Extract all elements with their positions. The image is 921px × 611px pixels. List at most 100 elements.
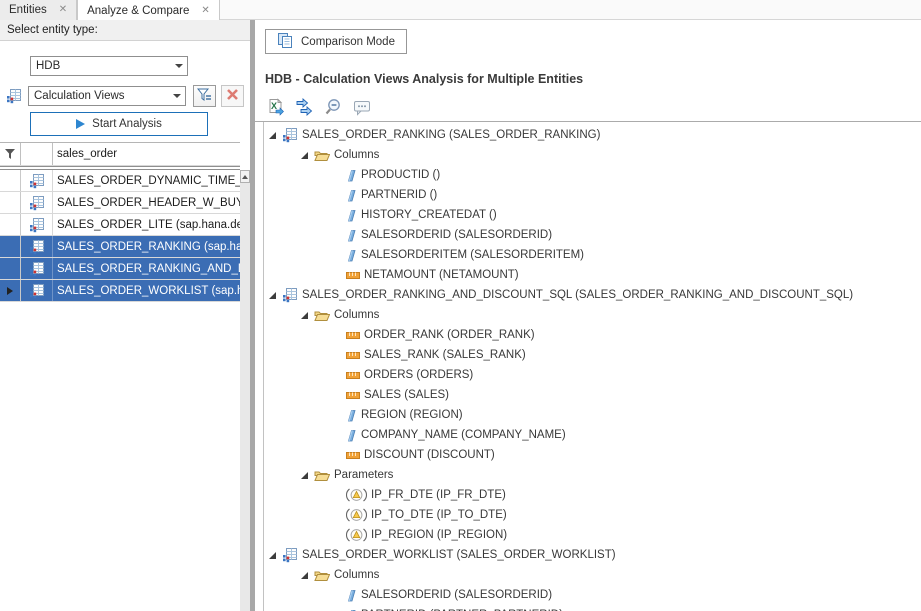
close-icon[interactable]: ✕ — [201, 6, 209, 16]
tree-row[interactable]: PARTNERID () — [264, 185, 921, 205]
expand-collapse-icon[interactable] — [268, 291, 282, 300]
tree-row[interactable]: SALES_ORDER_RANKING (SALES_ORDER_RANKING… — [264, 125, 921, 145]
tree-row[interactable]: Columns — [264, 305, 921, 325]
expand-all-icon[interactable] — [294, 97, 314, 117]
tree-item-label: SALES_ORDER_WORKLIST (SALES_ORDER_WORKLI… — [302, 549, 616, 561]
start-analysis-button[interactable]: Start Analysis — [30, 112, 208, 136]
tree-row[interactable]: PRODUCTID () — [264, 165, 921, 185]
tab-entities[interactable]: Entities ✕ — [0, 0, 77, 20]
filter-button[interactable] — [193, 85, 216, 107]
tree-row[interactable]: HISTORY_CREATEDAT () — [264, 205, 921, 225]
tree-item-label: ORDERS (ORDERS) — [364, 369, 473, 381]
tree-item-label: Columns — [334, 309, 379, 321]
zoom-out-icon[interactable] — [323, 97, 343, 117]
entity-list-item[interactable]: SALES_ORDER_HEADER_W_BUYER ( — [0, 192, 240, 214]
tree-row[interactable]: PARTNERID (PARTNER_PARTNERID) — [264, 605, 921, 611]
tree-row[interactable]: SALES_ORDER_RANKING_AND_DISCOUNT_SQL (SA… — [264, 285, 921, 305]
scroll-up-icon[interactable] — [240, 170, 250, 183]
expand-collapse-icon[interactable] — [300, 151, 314, 160]
entity-label: SALES_ORDER_HEADER_W_BUYER ( — [53, 197, 240, 209]
tree-row[interactable]: IP_FR_DTE (IP_FR_DTE) — [264, 485, 921, 505]
entity-type-dropdown[interactable]: HDB — [30, 56, 188, 76]
chevron-down-icon — [171, 64, 187, 68]
expand-collapse-icon[interactable] — [300, 311, 314, 320]
attribute-column-icon — [346, 169, 357, 182]
funnel-icon — [4, 148, 16, 160]
tree-row[interactable]: Columns — [264, 145, 921, 165]
clear-filter-button[interactable] — [221, 85, 244, 107]
entity-label: SALES_ORDER_LITE (sap.hana.demo — [53, 219, 240, 231]
tree-row[interactable]: SALESORDERID (SALESORDERID) — [264, 585, 921, 605]
tree-row[interactable]: REGION (REGION) — [264, 405, 921, 425]
entity-label: SALES_ORDER_WORKLIST (sap.hana — [53, 285, 240, 297]
folder-open-icon — [314, 569, 330, 582]
attribute-column-icon — [346, 589, 357, 602]
attribute-column-icon — [346, 209, 357, 222]
panel-title: Select entity type: — [0, 20, 250, 41]
copy-documents-icon — [277, 32, 294, 51]
tab-entities-label: Entities — [9, 4, 47, 16]
entity-list-item[interactable]: SALES_ORDER_RANKING (sap.hana. — [0, 236, 240, 258]
tree-row[interactable]: SALESORDERID (SALESORDERID) — [264, 225, 921, 245]
comments-icon[interactable] — [352, 97, 372, 117]
tree-item-label: COMPANY_NAME (COMPANY_NAME) — [361, 429, 566, 441]
tree-row[interactable]: Columns — [264, 565, 921, 585]
expand-collapse-icon[interactable] — [268, 551, 282, 560]
folder-open-icon — [314, 469, 330, 482]
tree-row[interactable]: SALES_ORDER_WORKLIST (SALES_ORDER_WORKLI… — [264, 545, 921, 565]
filter-gutter-cell[interactable] — [0, 143, 21, 165]
tree-item-label: IP_FR_DTE (IP_FR_DTE) — [371, 489, 506, 501]
entity-type-value: HDB — [31, 60, 171, 72]
input-parameter-icon — [346, 528, 367, 542]
tab-analyze-compare-label: Analyze & Compare — [87, 5, 189, 17]
tree-item-label: SALES_RANK (SALES_RANK) — [364, 349, 526, 361]
measure-column-icon — [346, 451, 360, 460]
calculation-view-icon — [282, 127, 298, 143]
tree-item-label: SALES (SALES) — [364, 389, 449, 401]
calculation-view-icon — [21, 170, 53, 191]
tree-row[interactable]: SALESORDERITEM (SALESORDERITEM) — [264, 245, 921, 265]
tree-item-label: NETAMOUNT (NETAMOUNT) — [364, 269, 519, 281]
input-parameter-icon — [346, 488, 367, 502]
attribute-column-icon — [346, 189, 357, 202]
filter-icon-cell[interactable] — [21, 143, 53, 165]
tree-row[interactable]: NETAMOUNT (NETAMOUNT) — [264, 265, 921, 285]
view-type-dropdown[interactable]: Calculation Views — [28, 86, 186, 106]
analysis-title: HDB - Calculation Views Analysis for Mul… — [265, 72, 583, 86]
tree-row[interactable]: IP_REGION (IP_REGION) — [264, 525, 921, 545]
tree-item-label: REGION (REGION) — [361, 409, 463, 421]
row-gutter-cell — [0, 192, 21, 213]
calculation-view-icon — [21, 192, 53, 213]
attribute-column-icon — [346, 229, 357, 242]
expand-collapse-icon[interactable] — [300, 471, 314, 480]
entity-label: SALES_ORDER_DYNAMIC_TIME_PER — [53, 175, 240, 187]
tree-row[interactable]: COMPANY_NAME (COMPANY_NAME) — [264, 425, 921, 445]
entity-list-scrollbar[interactable] — [240, 170, 250, 611]
entity-list-item[interactable]: SALES_ORDER_WORKLIST (sap.hana — [0, 280, 240, 302]
calculation-view-icon — [282, 287, 298, 303]
entity-list-item[interactable]: SALES_ORDER_DYNAMIC_TIME_PER — [0, 170, 240, 192]
measure-column-icon — [346, 391, 360, 400]
tree-row[interactable]: IP_TO_DTE (IP_TO_DTE) — [264, 505, 921, 525]
tree-row[interactable]: SALES_RANK (SALES_RANK) — [264, 345, 921, 365]
expand-collapse-icon[interactable] — [268, 131, 282, 140]
export-to-excel-icon[interactable]: X — [265, 97, 285, 117]
entity-list-item[interactable]: SALES_ORDER_LITE (sap.hana.demo — [0, 214, 240, 236]
expand-collapse-icon[interactable] — [300, 571, 314, 580]
tree-row[interactable]: ORDER_RANK (ORDER_RANK) — [264, 325, 921, 345]
tree-item-label: IP_REGION (IP_REGION) — [371, 529, 507, 541]
close-icon[interactable]: ✕ — [59, 5, 67, 15]
play-icon — [76, 119, 85, 129]
tree-row[interactable]: Parameters — [264, 465, 921, 485]
grid-filter-input[interactable]: sales_order — [53, 148, 240, 160]
tree-row[interactable]: DISCOUNT (DISCOUNT) — [264, 445, 921, 465]
entity-list-item[interactable]: SALES_ORDER_RANKING_AND_DISC — [0, 258, 240, 280]
current-row-marker-icon — [7, 287, 13, 295]
tree-row[interactable]: ORDERS (ORDERS) — [264, 365, 921, 385]
tab-analyze-compare[interactable]: Analyze & Compare ✕ — [77, 0, 220, 21]
tree-row[interactable]: SALES (SALES) — [264, 385, 921, 405]
funnel-edit-icon — [197, 88, 212, 105]
row-gutter-cell — [0, 236, 21, 257]
comparison-mode-button[interactable]: Comparison Mode — [265, 29, 407, 54]
red-x-icon — [226, 88, 239, 104]
